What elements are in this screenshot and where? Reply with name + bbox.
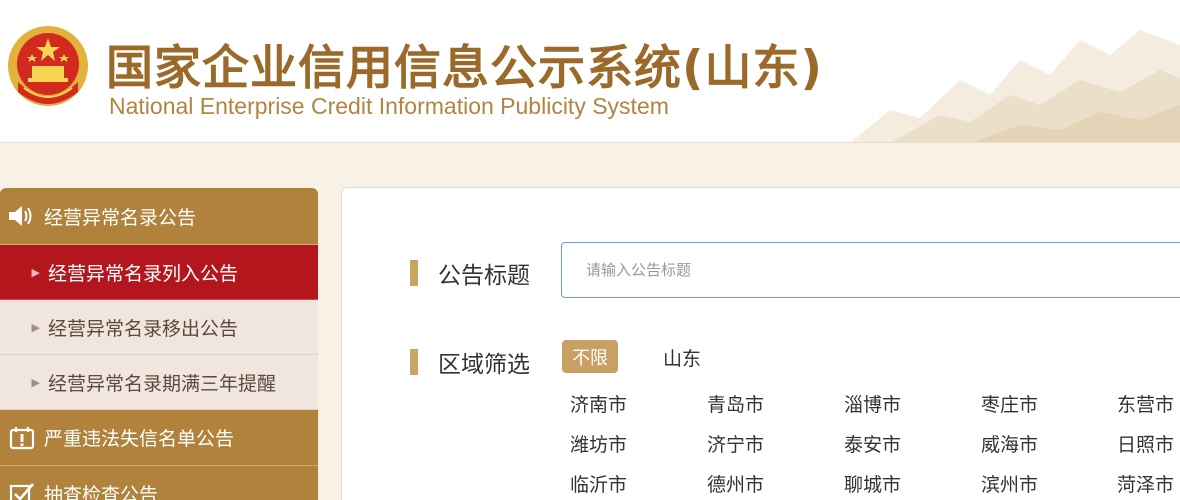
- site-header: 国家企业信用信息公示系统(山东) National Enterprise Cre…: [0, 0, 1180, 143]
- sidebar-category-label: 严重违法失信名单公告: [44, 428, 235, 450]
- checkbox-icon: [0, 482, 44, 500]
- city-option[interactable]: 淄博市: [844, 390, 901, 417]
- sidebar-item-abnormal-include[interactable]: ▶ 经营异常名录列入公告: [0, 245, 318, 300]
- city-option[interactable]: 德州市: [707, 470, 764, 497]
- city-option[interactable]: 东营市: [1117, 390, 1174, 417]
- sidebar-category-spot-check[interactable]: 抽查检查公告: [0, 466, 318, 500]
- sidebar-item-abnormal-three-year[interactable]: ▶ 经营异常名录期满三年提醒: [0, 355, 318, 410]
- city-option[interactable]: 济南市: [570, 390, 627, 417]
- city-option[interactable]: 聊城市: [844, 470, 901, 497]
- city-option[interactable]: 泰安市: [844, 430, 901, 457]
- national-emblem-icon: [8, 26, 88, 106]
- triangle-right-icon: ▶: [31, 375, 40, 389]
- triangle-right-icon: ▶: [31, 320, 40, 334]
- sidebar-category-abnormal-list[interactable]: 经营异常名录公告: [0, 188, 318, 245]
- sidebar: 经营异常名录公告 ▶ 经营异常名录列入公告 ▶ 经营异常名录移出公告 ▶ 经营异…: [0, 188, 318, 500]
- title-filter-label: 公告标题: [438, 263, 530, 289]
- city-option[interactable]: 威海市: [981, 430, 1038, 457]
- city-option[interactable]: 菏泽市: [1117, 470, 1174, 497]
- announcement-title-input[interactable]: [561, 242, 1180, 298]
- province-option[interactable]: 山东: [663, 344, 701, 371]
- site-title: 国家企业信用信息公示系统(山东): [106, 41, 823, 96]
- notice-board-icon: [0, 426, 44, 450]
- region-filter-label: 区域筛选: [438, 352, 530, 378]
- city-option[interactable]: 济宁市: [707, 430, 764, 457]
- city-option[interactable]: 枣庄市: [981, 390, 1038, 417]
- sidebar-category-label: 经营异常名录公告: [44, 206, 197, 229]
- main-panel: 公告标题 区域筛选 不限 山东 济南市 青岛市 淄博市 枣庄市 东营市 潍坊市 …: [341, 187, 1180, 500]
- site-subtitle: National Enterprise Credit Information P…: [109, 93, 669, 119]
- sidebar-category-serious-violation[interactable]: 严重违法失信名单公告: [0, 410, 318, 466]
- mountain-decoration: [851, 30, 1180, 142]
- city-option[interactable]: 青岛市: [707, 390, 764, 417]
- sidebar-item-label: 经营异常名录移出公告: [48, 317, 239, 340]
- label-accent-bar: [410, 349, 418, 375]
- city-option[interactable]: 潍坊市: [570, 430, 627, 457]
- city-option[interactable]: 临沂市: [570, 470, 627, 497]
- region-filter-label-row: 区域筛选: [410, 345, 530, 379]
- region-all-tag[interactable]: 不限: [562, 340, 618, 373]
- sidebar-item-abnormal-remove[interactable]: ▶ 经营异常名录移出公告: [0, 300, 318, 355]
- title-filter-label-row: 公告标题: [410, 256, 530, 290]
- sidebar-item-label: 经营异常名录期满三年提醒: [48, 372, 277, 395]
- speaker-icon: [0, 205, 44, 227]
- city-option[interactable]: 滨州市: [981, 470, 1038, 497]
- label-accent-bar: [410, 260, 418, 286]
- triangle-right-icon: ▶: [31, 265, 40, 279]
- sidebar-category-label: 抽查检查公告: [44, 484, 159, 500]
- sidebar-item-label: 经营异常名录列入公告: [48, 262, 239, 285]
- city-option[interactable]: 日照市: [1117, 430, 1174, 457]
